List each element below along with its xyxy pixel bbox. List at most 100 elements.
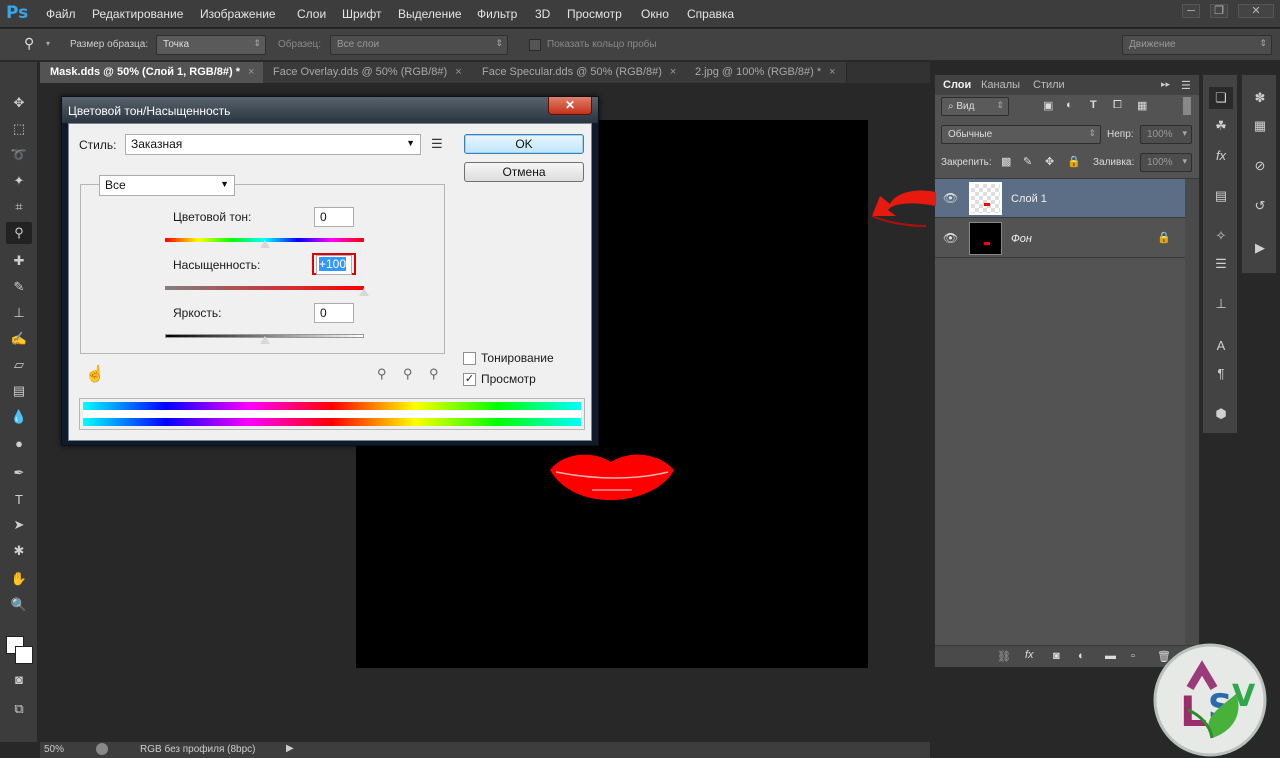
fx-dock-icon[interactable]: fx — [1209, 145, 1233, 167]
dialog-title-bar[interactable]: Цветовой тон/Насыщенность ✕ — [62, 97, 598, 123]
preset-options-icon[interactable]: ☰ — [431, 136, 443, 152]
marquee-tool-icon[interactable]: ⬚ — [6, 118, 32, 140]
restore-button[interactable]: ❐ — [1210, 4, 1228, 18]
layers-dock-icon[interactable]: ❏ — [1209, 87, 1233, 109]
tab-layers[interactable]: Слои — [943, 79, 971, 91]
hand-tool-icon[interactable]: ✋ — [6, 568, 32, 590]
channel-select[interactable]: Все ▼ — [99, 175, 235, 196]
layer-name[interactable]: Слой 1 — [1011, 193, 1047, 205]
hue-slider-thumb[interactable] — [259, 240, 270, 248]
tab-close-icon[interactable]: × — [248, 66, 254, 78]
targeted-adjustment-hand-icon[interactable]: ☝ — [85, 364, 105, 384]
eyedropper-tool-icon[interactable]: ⚲ — [6, 222, 32, 244]
close-window-button[interactable]: ✕ — [1238, 4, 1274, 18]
collapse-icon[interactable]: ▸▸ — [1161, 79, 1170, 90]
history-brush-tool-icon[interactable]: ✍ — [6, 328, 32, 350]
show-ring-checkbox[interactable] — [529, 39, 541, 51]
tab-mask-dds[interactable]: Mask.dds @ 50% (Слой 1, RGB/8#) * × — [40, 62, 266, 83]
menu-select[interactable]: Выделение — [398, 7, 462, 21]
sample-size-select[interactable]: Точка ⇕ — [156, 35, 266, 55]
adjustment-icon[interactable]: ◐ — [1078, 650, 1085, 662]
preview-checkbox[interactable]: ✓ — [463, 373, 476, 386]
layer-row-background[interactable]: 👁 Фон 🔒 — [935, 219, 1185, 258]
tab-close-icon[interactable]: × — [670, 66, 676, 78]
saturation-slider-thumb[interactable] — [359, 288, 369, 296]
menu-3d[interactable]: 3D — [535, 7, 550, 21]
panel-menu-icon[interactable]: ☰ — [1181, 79, 1191, 92]
saturation-slider-track[interactable] — [165, 286, 364, 290]
quick-mask-icon[interactable]: ◙ — [6, 668, 32, 690]
tab-face-specular[interactable]: Face Specular.dds @ 50% (RGB/8#) × — [472, 62, 688, 83]
actions-dock-icon[interactable]: ▶ — [1248, 237, 1272, 259]
dodge-tool-icon[interactable]: ● — [6, 432, 32, 454]
type-tool-icon[interactable]: T — [6, 488, 32, 510]
custom-shape-tool-icon[interactable]: ✱ — [6, 540, 32, 562]
lightness-input[interactable]: 0 — [314, 303, 354, 323]
menu-file[interactable]: Файл — [46, 7, 76, 21]
lightness-slider-thumb[interactable] — [259, 336, 270, 344]
tab-styles[interactable]: Стили — [1033, 79, 1065, 91]
eraser-tool-icon[interactable]: ▱ — [6, 354, 32, 376]
brush-tool-icon[interactable]: ✎ — [6, 276, 32, 298]
filter-adjustment-icon[interactable]: ◐ — [1066, 99, 1073, 111]
status-arrow-icon[interactable]: ▶ — [286, 743, 294, 754]
filter-shape-icon[interactable]: ⧠ — [1113, 99, 1122, 112]
folder-icon[interactable]: ▬ — [1105, 650, 1116, 662]
hue-input[interactable]: 0 — [314, 207, 354, 227]
eye-icon[interactable]: 👁 — [943, 191, 958, 205]
zoom-level[interactable]: 50% — [44, 744, 64, 755]
eyedropper-minus-icon[interactable]: ⚲ — [429, 366, 439, 382]
layers-scrollbar[interactable] — [1185, 179, 1199, 645]
crop-tool-icon[interactable]: ⌗ — [6, 196, 32, 218]
link-icon[interactable]: ⛓ — [997, 650, 1011, 663]
menu-edit[interactable]: Редактирование — [92, 7, 183, 21]
menu-image[interactable]: Изображение — [200, 7, 276, 21]
history-dock-icon[interactable]: ↺ — [1248, 195, 1272, 217]
lock-all-icon[interactable]: 🔒 — [1067, 155, 1081, 168]
background-color-swatch[interactable] — [15, 646, 33, 664]
menu-help[interactable]: Справка — [687, 7, 734, 21]
filter-type-icon[interactable]: T — [1090, 99, 1097, 111]
filter-pixel-icon[interactable]: ▣ — [1043, 99, 1053, 112]
colorize-checkbox[interactable] — [463, 352, 476, 365]
healing-brush-tool-icon[interactable]: ✚ — [6, 250, 32, 272]
lasso-tool-icon[interactable]: ➰ — [6, 144, 32, 166]
stamp-dock-icon[interactable]: ⊥ — [1209, 293, 1233, 315]
kind-filter-select[interactable]: ⌕ Вид ⇕ — [941, 97, 1009, 116]
filter-toggle[interactable] — [1183, 97, 1191, 115]
cancel-button[interactable]: Отмена — [464, 162, 584, 182]
sample-select[interactable]: Все слои ⇕ — [330, 35, 508, 55]
blend-mode-select[interactable]: Обычные ⇕ — [941, 125, 1101, 144]
minimize-button[interactable]: ─ — [1182, 4, 1200, 18]
new-layer-icon[interactable]: ▫ — [1131, 650, 1135, 662]
layer-row-layer1[interactable]: 👁 Слой 1 — [935, 179, 1185, 218]
lock-transparent-icon[interactable]: ▩ — [1001, 155, 1011, 168]
ok-button[interactable]: OK — [464, 134, 584, 154]
fx-icon[interactable]: fx — [1025, 649, 1034, 661]
menu-view[interactable]: Просмотр — [567, 7, 622, 21]
sliders-dock-icon[interactable]: ☰ — [1209, 253, 1233, 275]
dialog-close-button[interactable]: ✕ — [548, 97, 592, 115]
character-dock-icon[interactable]: A — [1209, 335, 1233, 357]
tab-close-icon[interactable]: × — [829, 66, 835, 78]
eyedropper-plus-icon[interactable]: ⚲ — [403, 366, 413, 382]
gradient-tool-icon[interactable]: ▤ — [6, 380, 32, 402]
eye-icon[interactable]: 👁 — [943, 231, 958, 245]
tab-channels[interactable]: Каналы — [981, 79, 1020, 91]
blur-tool-icon[interactable]: 💧 — [6, 406, 32, 428]
path-selection-tool-icon[interactable]: ➤ — [6, 514, 32, 536]
workspace-select[interactable]: Движение ⇕ — [1122, 35, 1272, 55]
3d-dock-icon[interactable]: ⬢ — [1209, 403, 1233, 425]
magic-wand-tool-icon[interactable]: ✦ — [6, 170, 32, 192]
mask-icon[interactable]: ◙ — [1053, 650, 1060, 662]
chevron-down-icon[interactable]: ▾ — [46, 39, 50, 48]
menu-layers[interactable]: Слои — [297, 7, 326, 21]
eyedropper-icon[interactable]: ⚲ — [24, 35, 34, 52]
tab-close-icon[interactable]: × — [455, 66, 461, 78]
tab-2-jpg[interactable]: 2.jpg @ 100% (RGB/8#) * × — [685, 62, 847, 83]
pen-tool-icon[interactable]: ✒ — [6, 462, 32, 484]
lock-position-icon[interactable]: ✥ — [1045, 155, 1054, 168]
layer-name[interactable]: Фон — [1011, 233, 1032, 245]
opacity-field[interactable]: 100% ▾ — [1140, 125, 1192, 144]
zoom-tool-icon[interactable]: 🔍 — [6, 594, 32, 616]
